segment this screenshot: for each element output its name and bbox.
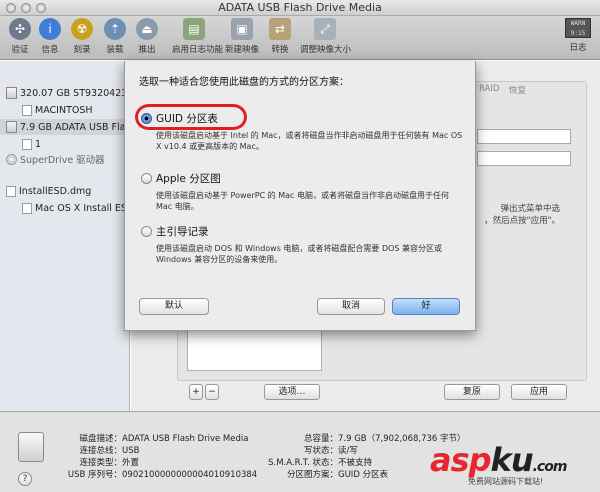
options-button[interactable]: 选项… (264, 384, 320, 400)
enable-journaling-button[interactable]: ▤ 启用日志功能 (172, 18, 223, 55)
mbr-description: 使用该磁盘启动 DOS 和 Windows 电脑，或者将磁盘配合需要 DOS 兼… (156, 244, 443, 264)
resize-image-icon: ⤢ (314, 18, 336, 40)
new-image-icon: ▣ (231, 18, 253, 40)
mbr-radio[interactable] (141, 226, 152, 237)
usb-drive-icon (18, 432, 44, 462)
cancel-button[interactable]: 取消 (317, 298, 385, 315)
sidebar-item-superdrive[interactable]: SuperDrive 驱动器 (6, 151, 105, 167)
zoom-window-button[interactable] (36, 3, 46, 13)
title-bar: ADATA USB Flash Drive Media (0, 0, 600, 16)
help-button[interactable]: ? (18, 472, 32, 486)
ok-button[interactable]: 好 (392, 298, 460, 315)
add-partition-button[interactable]: + (189, 384, 203, 400)
window-title: ADATA USB Flash Drive Media (218, 1, 382, 14)
apple-partition-title: Apple 分区图 (156, 173, 221, 185)
window-controls (6, 3, 46, 13)
info-connection-type: 连接类型：外置 (79, 458, 140, 468)
eject-button[interactable]: ⏏ 推出 (127, 18, 167, 55)
convert-icon: ⇄ (269, 18, 291, 40)
name-field[interactable] (477, 129, 571, 144)
usb-drive-icon (6, 121, 17, 133)
watermark-tagline: 免费网站源码下载站! (468, 477, 544, 486)
toolbar: ✣ 验证 i 信息 ☢ 刻录 ⇡ 装载 ⏏ 推出 ▤ 启用日志功能 ▣ 新建映像… (0, 16, 600, 60)
info-smart-status: S.M.A.R.T. 状态：不被支持 (268, 458, 373, 468)
hard-disk-icon (6, 87, 17, 99)
convert-button[interactable]: ⇄ 转换 (260, 18, 300, 55)
sheet-prompt: 选取一种适合您使用此磁盘的方式的分区方案： (139, 77, 349, 88)
apply-button[interactable]: 应用 (511, 384, 567, 400)
info-disk-description: 磁盘描述：ADATA USB Flash Drive Media (79, 434, 249, 444)
eject-icon: ⏏ (136, 18, 158, 40)
info-partition-scheme: 分区图方案：GUID 分区表 (286, 470, 389, 480)
close-window-button[interactable] (6, 3, 16, 13)
option-apple-partition-map[interactable]: Apple 分区图 使用该磁盘启动基于 PowerPC 的 Mac 电脑，或者将… (141, 171, 466, 212)
volume-icon (22, 202, 32, 214)
log-icon: WARN 9:15 (565, 18, 591, 38)
info-write-status: 写状态：读/写 (303, 446, 358, 456)
restore-tab[interactable]: 恢复 (509, 84, 526, 96)
sidebar-item-install-esd-volume[interactable]: Mac OS X Install ESD (22, 200, 134, 216)
raid-tab[interactable]: RAID (479, 84, 499, 94)
apple-partition-description: 使用该磁盘启动基于 PowerPC 的 Mac 电脑，或者将磁盘当作非启动磁盘用… (156, 191, 449, 211)
highlight-annotation (135, 104, 247, 130)
option-master-boot-record[interactable]: 主引导记录 使用该磁盘启动 DOS 和 Windows 电脑，或者将磁盘配合需要… (141, 224, 466, 265)
journal-icon: ▤ (183, 18, 205, 40)
mbr-title: 主引导记录 (156, 226, 209, 238)
mount-icon: ⇡ (104, 18, 126, 40)
new-image-button[interactable]: ▣ 新建映像 (222, 18, 262, 55)
sidebar-item-volume-macintosh[interactable]: MACINTOSH (22, 102, 93, 118)
minimize-window-button[interactable] (21, 3, 31, 13)
sidebar: 320.07 GB ST9320423 MACINTOSH 7.9 GB ADA… (0, 61, 134, 411)
burn-icon: ☢ (71, 18, 93, 40)
sidebar-item-installesd[interactable]: InstallESD.dmg (6, 183, 91, 199)
sidebar-item-usb-drive[interactable]: 7.9 GB ADATA USB Fla (0, 119, 130, 135)
default-button[interactable]: 默认 (139, 298, 209, 315)
disk-image-icon (6, 185, 16, 197)
apple-partition-radio[interactable] (141, 173, 152, 184)
info-icon: i (39, 18, 61, 40)
revert-button[interactable]: 复原 (444, 384, 500, 400)
log-button[interactable]: WARN 9:15 日志 (560, 18, 596, 53)
optical-drive-icon (6, 153, 17, 165)
sidebar-item-volume-1[interactable]: 1 (22, 136, 41, 152)
sidebar-item-disk-1[interactable]: 320.07 GB ST9320423 (6, 85, 127, 101)
hint-text-1: 弹出式菜单中选 (500, 204, 560, 214)
guid-description: 使用该磁盘启动基于 Intel 的 Mac，或者将磁盘当作非启动磁盘用于任何装有… (156, 131, 463, 151)
format-select[interactable] (477, 151, 571, 166)
hint-text-2: ，然后点按"应用"。 (484, 216, 560, 226)
info-connection-bus: 连接总线：USB (79, 446, 140, 456)
remove-partition-button[interactable]: − (205, 384, 219, 400)
volume-icon (22, 138, 32, 150)
resize-image-button[interactable]: ⤢ 调整映像大小 (300, 18, 351, 55)
site-watermark: aspku.com (430, 441, 567, 479)
partition-scheme-sheet: 选取一种适合您使用此磁盘的方式的分区方案： GUID 分区表 使用该磁盘启动基于… (124, 61, 476, 331)
info-usb-serial: USB 序列号：0902100000000004010910384 (67, 470, 258, 480)
volume-icon (22, 104, 32, 116)
microscope-icon: ✣ (9, 18, 31, 40)
